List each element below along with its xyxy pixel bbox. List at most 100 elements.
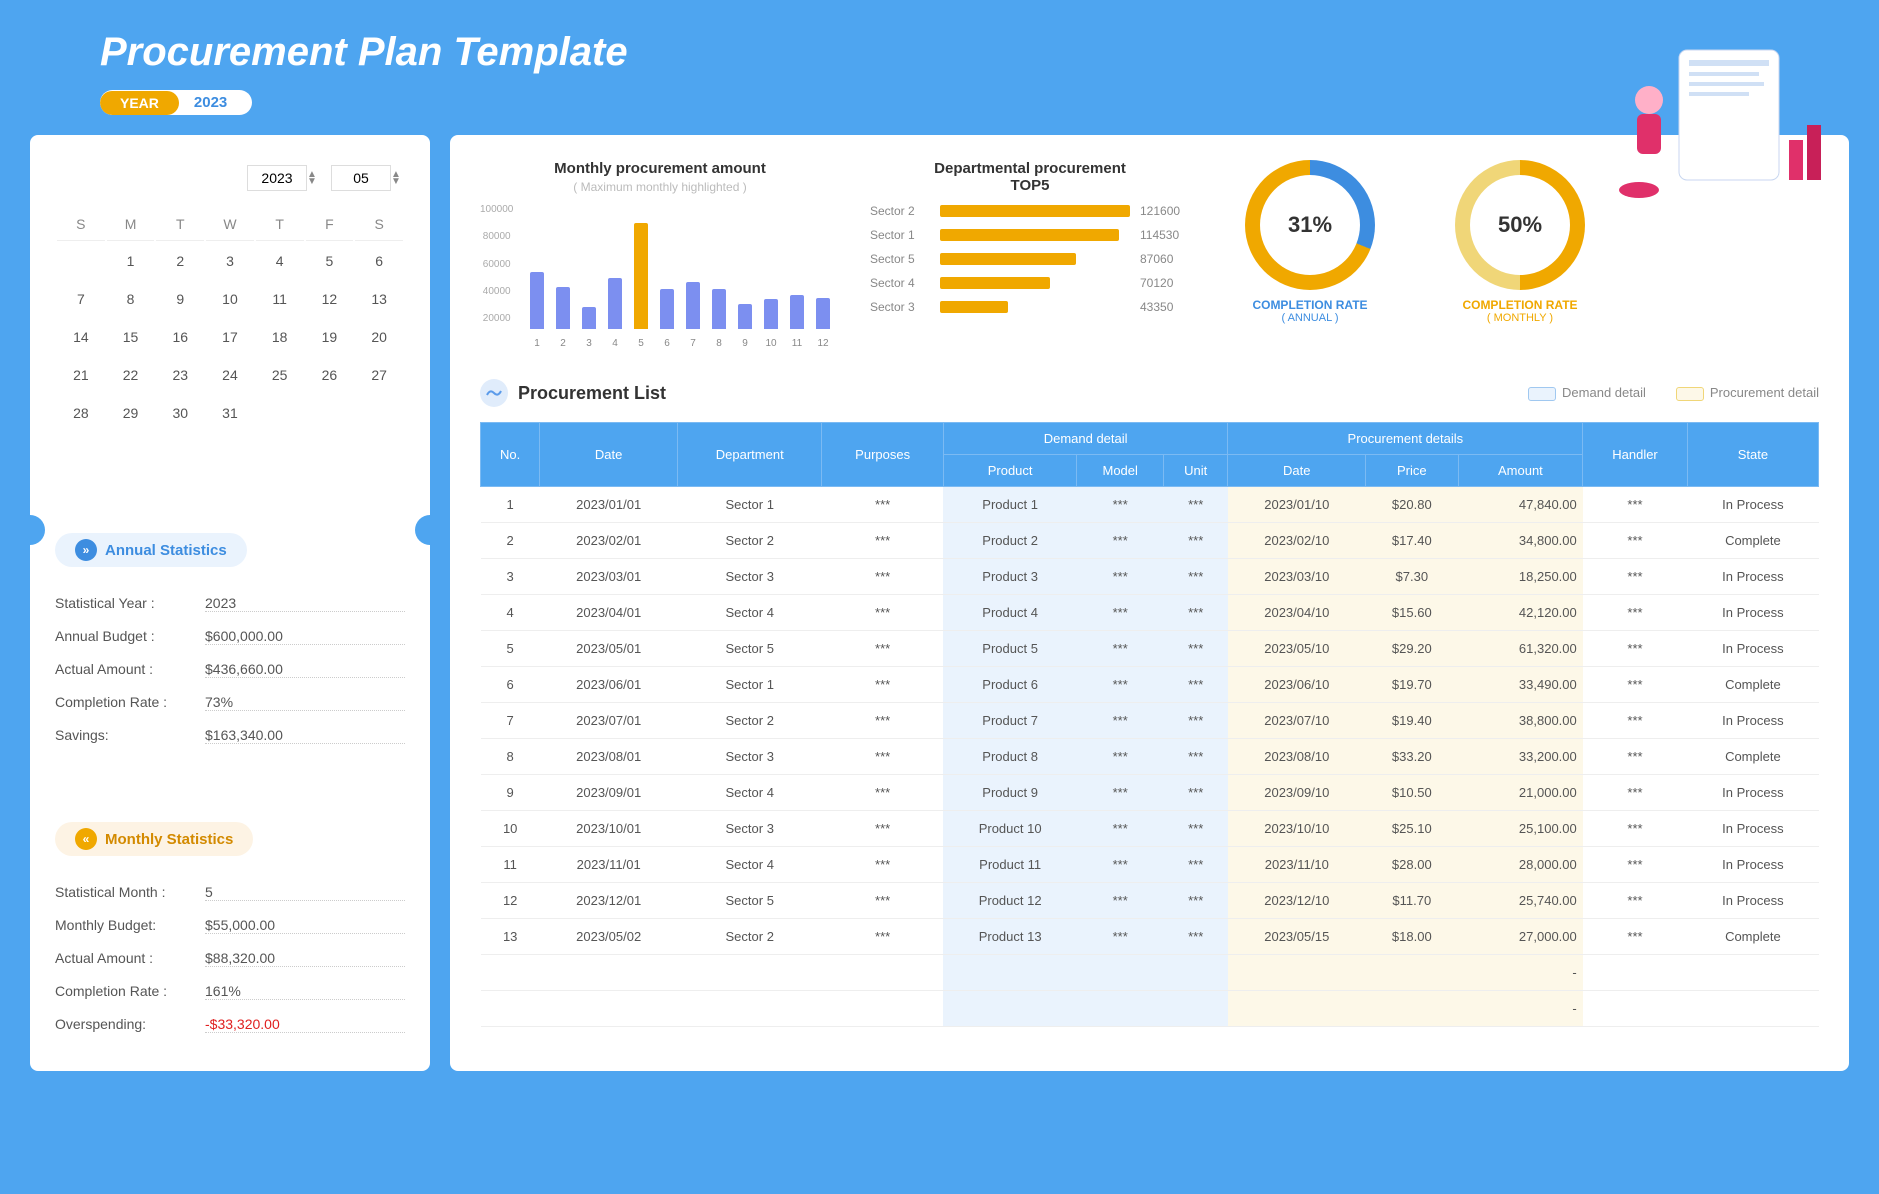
cell-unit: *** [1163,487,1228,523]
calendar-day[interactable]: 26 [306,357,354,393]
calendar: SMTWTFS 12345678910111213141516171819202… [55,206,405,433]
stat-row-value: 161% [205,983,405,1000]
cell-handler: *** [1583,523,1688,559]
table-row: 72023/07/01Sector 2***Product 7******202… [481,703,1819,739]
spinner-icon[interactable]: ▲▼ [391,171,405,185]
year-pill-label: YEAR [100,91,179,115]
cell-model: *** [1077,487,1163,523]
calendar-year-input[interactable] [247,165,307,191]
calendar-day[interactable]: 30 [156,395,204,431]
calendar-day[interactable]: 22 [107,357,155,393]
calendar-day[interactable]: 19 [306,319,354,355]
calendar-day[interactable]: 21 [57,357,105,393]
calendar-day[interactable]: 29 [107,395,155,431]
calendar-day[interactable]: 15 [107,319,155,355]
spinner-icon[interactable]: ▲▼ [307,171,321,185]
cell-no: 11 [481,847,540,883]
cell-product: Product 7 [943,703,1077,739]
calendar-day[interactable]: 24 [206,357,254,393]
cell-product: Product 1 [943,487,1077,523]
cell-handler: *** [1583,847,1688,883]
cell-product: Product 12 [943,883,1077,919]
cell-purposes [822,991,943,1027]
x-tick: 3 [582,338,596,349]
calendar-day[interactable]: 16 [156,319,204,355]
cell-purposes: *** [822,523,943,559]
calendar-day[interactable]: 14 [57,319,105,355]
calendar-day[interactable]: 2 [156,243,204,279]
cell-state: Complete [1687,523,1818,559]
calendar-day[interactable]: 4 [256,243,304,279]
th-model: Model [1077,455,1163,487]
cell-no: 7 [481,703,540,739]
cell-amount: 18,250.00 [1458,559,1583,595]
calendar-day[interactable]: 11 [256,281,304,317]
th-dept: Department [677,423,822,487]
chart-title: Departmental procurementTOP5 [870,160,1190,194]
calendar-day[interactable]: 5 [306,243,354,279]
monthly-bar-chart: Monthly procurement amount ( Maximum mon… [480,160,840,354]
cell-p_date: 2023/08/10 [1228,739,1366,775]
th-product: Product [943,455,1077,487]
bar [530,272,544,329]
calendar-day[interactable]: 9 [156,281,204,317]
cell-dept: Sector 4 [677,595,822,631]
x-tick: 11 [790,338,804,349]
calendar-day[interactable]: 8 [107,281,155,317]
cell-purposes: *** [822,559,943,595]
dept-bar [940,205,1130,217]
wave-icon [480,379,508,407]
cell-dept: Sector 3 [677,559,822,595]
cell-no: 1 [481,487,540,523]
cell-no: 9 [481,775,540,811]
annual-stats-badge: » Annual Statistics [55,533,247,567]
cell-amount: 34,800.00 [1458,523,1583,559]
stat-row-label: Statistical Month : [55,884,205,901]
donut-label: COMPLETION RATE [1430,298,1610,312]
calendar-day[interactable]: 1 [107,243,155,279]
th-proc-group: Procurement details [1228,423,1583,455]
calendar-day[interactable]: 20 [355,319,403,355]
cell-price: $19.40 [1366,703,1458,739]
calendar-day[interactable]: 6 [355,243,403,279]
cell-p_date: 2023/02/10 [1228,523,1366,559]
calendar-day[interactable]: 12 [306,281,354,317]
bar [816,298,830,329]
calendar-day[interactable]: 23 [156,357,204,393]
legend: Demand detail Procurement detail [1528,385,1819,401]
calendar-weekday: S [355,208,403,241]
calendar-day[interactable]: 25 [256,357,304,393]
cell-unit: *** [1163,523,1228,559]
cell-amount: 27,000.00 [1458,919,1583,955]
calendar-day[interactable]: 7 [57,281,105,317]
calendar-day[interactable]: 17 [206,319,254,355]
cell-product: Product 9 [943,775,1077,811]
x-tick: 8 [712,338,726,349]
calendar-day[interactable]: 3 [206,243,254,279]
dept-label: Sector 5 [870,252,930,266]
dept-bar [940,253,1076,265]
stat-row: Completion Rate :73% [55,686,405,719]
cell-price: $33.20 [1366,739,1458,775]
calendar-day[interactable]: 31 [206,395,254,431]
stat-row-value: 73% [205,694,405,711]
calendar-month-input[interactable] [331,165,391,191]
x-tick: 2 [556,338,570,349]
calendar-day[interactable]: 18 [256,319,304,355]
cell-product [943,955,1077,991]
dept-row: Sector 2 121600 [870,204,1190,218]
th-p-date: Date [1228,455,1366,487]
calendar-day[interactable]: 10 [206,281,254,317]
calendar-day[interactable]: 27 [355,357,403,393]
cell-amount: 28,000.00 [1458,847,1583,883]
year-pill-value: 2023 [179,90,252,115]
sidebar: ▲▼ ▲▼ SMTWTFS 12345678910111213141516171… [30,135,430,1071]
cell-product: Product 3 [943,559,1077,595]
cell-amount: 47,840.00 [1458,487,1583,523]
calendar-day[interactable]: 13 [355,281,403,317]
cell-unit: *** [1163,703,1228,739]
dept-value: 87060 [1140,252,1190,266]
calendar-day[interactable]: 28 [57,395,105,431]
cell-p_date: 2023/05/10 [1228,631,1366,667]
th-amount: Amount [1458,455,1583,487]
